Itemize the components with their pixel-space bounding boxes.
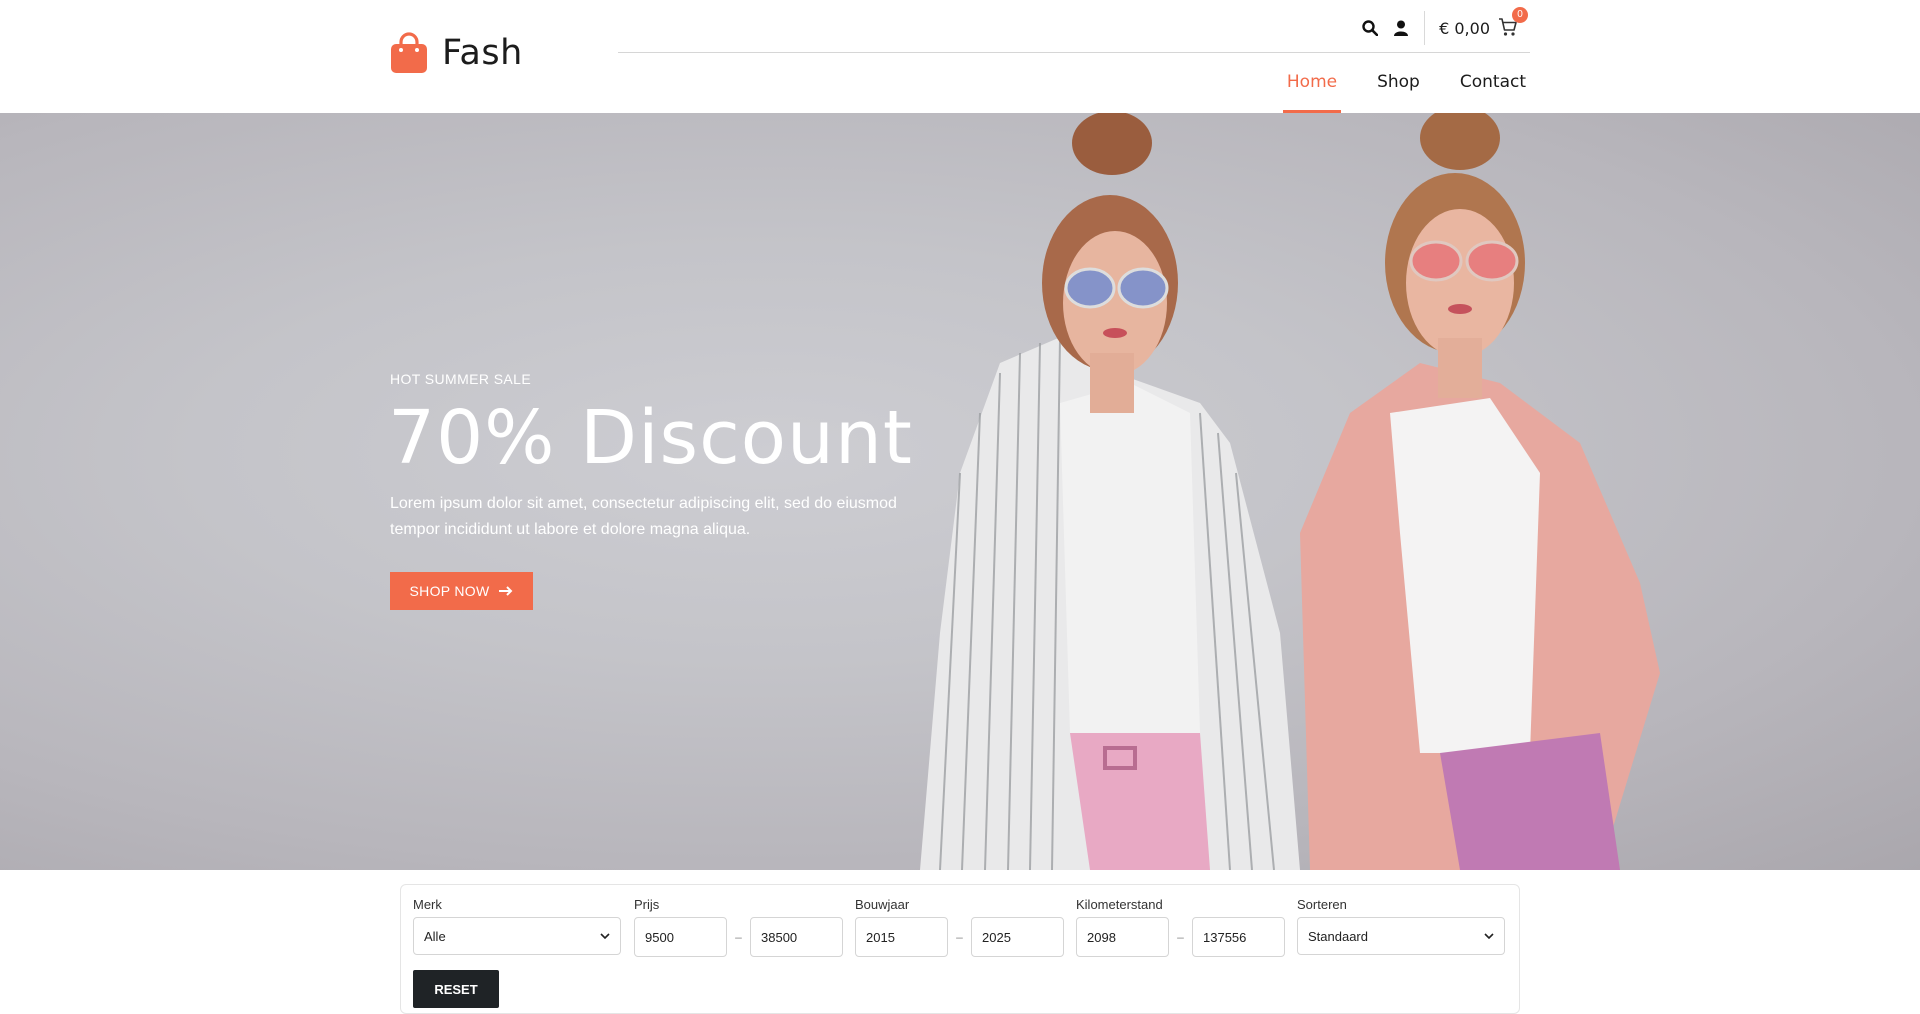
top-actions: € 0,00 0 bbox=[1348, 7, 1528, 45]
hero-title: 70% Discount bbox=[388, 395, 913, 481]
nav-contact[interactable]: Contact bbox=[1456, 62, 1530, 113]
sort-select[interactable]: Standaard bbox=[1297, 917, 1505, 955]
cart-button[interactable]: 0 bbox=[1498, 7, 1528, 39]
price-min-input[interactable]: 9500 bbox=[634, 917, 727, 957]
reset-button[interactable]: RESET bbox=[413, 970, 499, 1008]
price-max-input[interactable]: 38500 bbox=[750, 917, 843, 957]
mileage-max-input[interactable]: 137556 bbox=[1192, 917, 1285, 957]
hero-models-image bbox=[920, 113, 1660, 870]
nav-home[interactable]: Home bbox=[1282, 62, 1342, 113]
shopping-bag-icon bbox=[391, 32, 427, 73]
filter-sort-label: Sorteren bbox=[1297, 897, 1347, 912]
range-separator: – bbox=[956, 930, 963, 944]
filter-panel: Merk Alle Prijs 9500 – 38500 Bouwjaar 20… bbox=[400, 884, 1520, 1014]
filter-mileage: Kilometerstand 2098 – 137556 bbox=[1076, 897, 1285, 957]
filter-price: Prijs 9500 – 38500 bbox=[634, 897, 843, 957]
cart-count-badge: 0 bbox=[1512, 7, 1528, 23]
user-icon[interactable] bbox=[1392, 19, 1410, 37]
filter-year-label: Bouwjaar bbox=[855, 897, 910, 912]
hero-description: Lorem ipsum dolor sit amet, consectetur … bbox=[390, 495, 897, 538]
arrow-right-icon bbox=[499, 586, 513, 596]
brand-select[interactable]: Alle bbox=[413, 917, 621, 955]
cart-total[interactable]: € 0,00 bbox=[1439, 19, 1490, 38]
main-nav: Home Shop Contact bbox=[1251, 62, 1530, 113]
year-range: 2015 – 2025 bbox=[855, 917, 1064, 957]
price-range: 9500 – 38500 bbox=[634, 917, 843, 957]
range-separator: – bbox=[735, 930, 742, 944]
hero-subtitle: HOT SUMMER SALE bbox=[390, 371, 532, 387]
mileage-range: 2098 – 137556 bbox=[1076, 917, 1285, 957]
brand-select-value: Alle bbox=[424, 928, 446, 944]
hero-banner: HOT SUMMER SALE 70% Discount Lorem ipsum… bbox=[0, 113, 1920, 870]
year-min-input[interactable]: 2015 bbox=[855, 917, 948, 957]
sort-select-value: Standaard bbox=[1308, 928, 1368, 944]
mileage-min-input[interactable]: 2098 bbox=[1076, 917, 1169, 957]
year-max-input[interactable]: 2025 bbox=[971, 917, 1064, 957]
chevron-down-icon bbox=[1484, 933, 1494, 939]
filter-sort: Sorteren Standaard bbox=[1297, 897, 1505, 955]
logo[interactable]: Fash bbox=[390, 32, 523, 74]
filter-price-label: Prijs bbox=[634, 897, 660, 912]
chevron-down-icon bbox=[600, 933, 610, 939]
search-icon[interactable] bbox=[1361, 19, 1379, 37]
filter-mileage-label: Kilometerstand bbox=[1076, 897, 1163, 912]
range-separator: – bbox=[1177, 930, 1184, 944]
filter-brand-label: Merk bbox=[413, 897, 442, 912]
top-bar: € 0,00 0 bbox=[618, 7, 1530, 53]
shop-now-label: SHOP NOW bbox=[409, 583, 490, 599]
brand-name: Fash bbox=[442, 33, 523, 73]
filter-year: Bouwjaar 2015 – 2025 bbox=[855, 897, 1064, 957]
nav-shop[interactable]: Shop bbox=[1373, 62, 1424, 113]
divider bbox=[1424, 11, 1426, 45]
filter-brand: Merk Alle bbox=[413, 897, 621, 955]
site-header: Fash € 0,00 0 Home Shop Contact bbox=[0, 0, 1920, 113]
shop-now-button[interactable]: SHOP NOW bbox=[390, 572, 533, 610]
